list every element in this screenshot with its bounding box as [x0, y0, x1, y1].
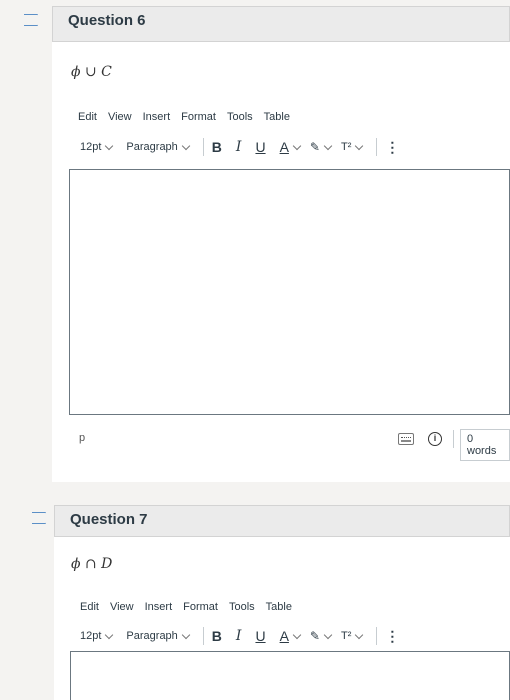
- toolbar-divider: [376, 138, 378, 156]
- question-7-menubar: Edit View Insert Format Tools Table: [80, 601, 303, 613]
- flag-question-6-icon[interactable]: [24, 14, 40, 28]
- block-format-select[interactable]: Paragraph: [126, 141, 191, 153]
- menu-insert[interactable]: Insert: [143, 111, 171, 123]
- italic-button[interactable]: I: [236, 139, 242, 155]
- pen-icon: ✎: [309, 629, 320, 643]
- underline-button[interactable]: U: [255, 139, 265, 155]
- menu-table[interactable]: Table: [266, 601, 292, 613]
- word-count: 0 words: [460, 429, 510, 461]
- question-6-toolbar: 12pt Paragraph B I U A ✎ T² ⋮: [80, 138, 399, 156]
- highlight-button[interactable]: ✎: [309, 140, 333, 154]
- question-6-status-path: p: [79, 432, 86, 444]
- more-options-button[interactable]: ⋮: [385, 139, 399, 156]
- question-7-title: Question 7: [70, 511, 148, 528]
- chevron-down-icon: [105, 141, 114, 150]
- question-7-editor[interactable]: [70, 651, 510, 700]
- flag-question-7-icon[interactable]: [32, 512, 48, 526]
- question-6-menubar: Edit View Insert Format Tools Table: [78, 111, 301, 123]
- chevron-down-icon: [355, 141, 364, 150]
- toolbar-divider: [202, 138, 204, 156]
- menu-edit[interactable]: Edit: [78, 111, 97, 123]
- font-size-select[interactable]: 12pt: [80, 630, 114, 642]
- question-6-editor[interactable]: [69, 169, 510, 415]
- chevron-down-icon: [181, 630, 191, 639]
- chevron-down-icon: [355, 630, 364, 639]
- menu-view[interactable]: View: [108, 111, 132, 123]
- font-size-select[interactable]: 12pt: [80, 141, 114, 153]
- menu-format[interactable]: Format: [181, 111, 216, 123]
- bold-button[interactable]: B: [212, 139, 222, 155]
- text-color-button[interactable]: A: [280, 139, 302, 155]
- chevron-down-icon: [105, 630, 114, 639]
- underline-button[interactable]: U: [255, 628, 265, 644]
- menu-insert[interactable]: Insert: [145, 601, 173, 613]
- superscript-button[interactable]: T²: [341, 141, 364, 153]
- italic-button[interactable]: I: [236, 628, 242, 644]
- bold-button[interactable]: B: [212, 628, 222, 644]
- question-6-title: Question 6: [68, 12, 146, 29]
- chevron-down-icon: [292, 630, 302, 639]
- menu-format[interactable]: Format: [183, 601, 218, 613]
- menu-table[interactable]: Table: [264, 111, 290, 123]
- menu-tools[interactable]: Tools: [229, 601, 255, 613]
- question-6-expression: ϕ ∪ C: [71, 64, 112, 80]
- chevron-down-icon: [292, 141, 302, 150]
- keyboard-icon[interactable]: [398, 433, 414, 445]
- accessibility-icon[interactable]: i: [428, 432, 442, 446]
- text-color-button[interactable]: A: [280, 628, 302, 644]
- statusbar-divider: [453, 430, 454, 448]
- pen-icon: ✎: [309, 140, 320, 154]
- block-format-select[interactable]: Paragraph: [126, 630, 191, 642]
- superscript-button[interactable]: T²: [341, 630, 364, 642]
- chevron-down-icon: [323, 630, 333, 639]
- chevron-down-icon: [181, 141, 191, 150]
- toolbar-divider: [202, 627, 204, 645]
- menu-edit[interactable]: Edit: [80, 601, 99, 613]
- menu-view[interactable]: View: [110, 601, 134, 613]
- menu-tools[interactable]: Tools: [227, 111, 253, 123]
- question-7-expression: ϕ ∩ D: [71, 556, 113, 572]
- toolbar-divider: [376, 627, 378, 645]
- question-7-toolbar: 12pt Paragraph B I U A ✎ T² ⋮: [80, 627, 399, 645]
- chevron-down-icon: [323, 141, 333, 150]
- highlight-button[interactable]: ✎: [309, 629, 333, 643]
- more-options-button[interactable]: ⋮: [385, 628, 399, 645]
